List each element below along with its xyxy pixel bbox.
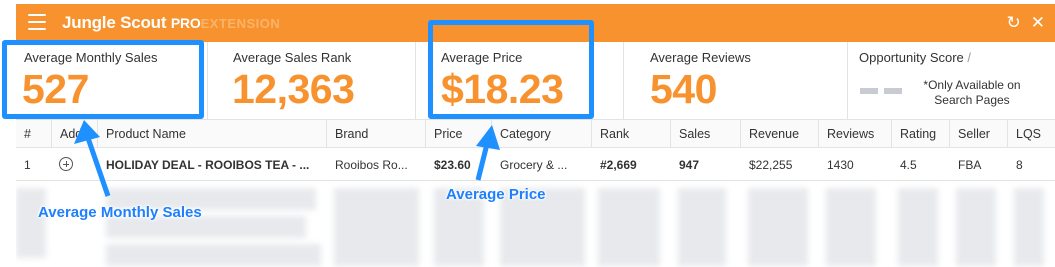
price-arrow-icon xyxy=(475,125,500,181)
callout-arrows xyxy=(74,120,500,197)
monthly-sales-arrow-icon xyxy=(74,120,111,197)
price-callout: Average Price xyxy=(446,186,546,203)
monthly-sales-callout: Average Monthly Sales xyxy=(38,204,202,221)
